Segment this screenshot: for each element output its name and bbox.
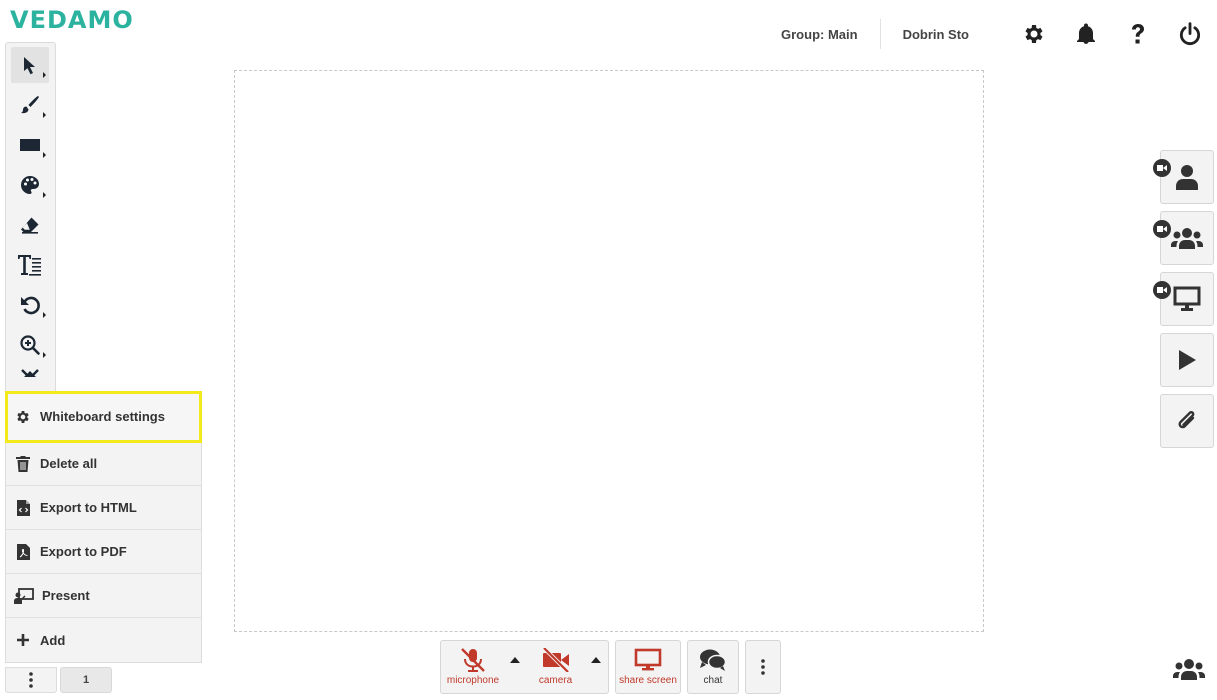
people-icon — [1173, 659, 1205, 680]
video-badge-icon — [1153, 220, 1171, 238]
text-icon — [18, 255, 41, 276]
delete-all-item[interactable]: Delete all — [6, 442, 201, 486]
divider — [879, 19, 881, 49]
more-media-button[interactable] — [745, 640, 781, 694]
rectangle-icon — [20, 139, 40, 151]
menu-item-label: Export to HTML — [40, 500, 137, 515]
group-label: Group: Main — [781, 26, 858, 42]
microphone-muted-icon — [461, 648, 485, 672]
color-tool[interactable] — [11, 167, 49, 203]
eraser-tool[interactable] — [11, 207, 49, 243]
menu-item-label: Delete all — [40, 456, 98, 471]
collapse-icon — [21, 369, 39, 377]
group-video-button[interactable] — [1153, 211, 1214, 265]
camera-button[interactable]: camera — [525, 641, 586, 693]
person-icon — [1176, 165, 1198, 190]
attachment-icon — [1178, 411, 1195, 429]
whiteboard-toolbar — [5, 42, 56, 394]
single-video-button[interactable] — [1153, 150, 1214, 204]
microphone-options-caret[interactable] — [505, 641, 525, 693]
pointer-tool[interactable] — [11, 47, 49, 83]
whiteboard-canvas[interactable] — [234, 70, 984, 632]
participants-button[interactable] — [1173, 658, 1205, 680]
vertical-dots-icon — [761, 659, 765, 675]
question-icon[interactable] — [1125, 21, 1151, 47]
power-icon[interactable] — [1177, 21, 1203, 47]
whiteboard-menu: Whiteboard settings Delete all Export to… — [5, 391, 202, 663]
palette-icon — [21, 176, 39, 194]
bell-icon[interactable] — [1073, 21, 1099, 47]
export-pdf-item[interactable]: Export to PDF — [6, 530, 201, 574]
media-controls: microphone camera share screen chat — [440, 640, 787, 694]
page-navigator: 1 — [5, 667, 112, 693]
export-html-item[interactable]: Export to HTML — [6, 486, 201, 530]
video-badge-icon — [1153, 281, 1171, 299]
pointer-icon — [24, 57, 35, 75]
eraser-icon — [21, 217, 39, 234]
share-screen-icon — [634, 648, 662, 671]
attachment-button[interactable] — [1160, 394, 1214, 448]
zoom-in-icon — [20, 335, 40, 355]
user-name[interactable]: Dobrin Sto — [903, 27, 969, 42]
vertical-dots-icon — [29, 672, 33, 688]
pdf-file-icon — [14, 543, 32, 561]
mic-camera-group: microphone camera — [440, 640, 609, 694]
zoom-tool[interactable] — [11, 327, 49, 363]
collapse-tool[interactable] — [11, 367, 49, 385]
share-screen-label: share screen — [619, 675, 677, 686]
chat-icon — [700, 649, 727, 671]
brush-icon — [21, 96, 39, 114]
add-item[interactable]: Add — [6, 618, 201, 662]
more-options-button[interactable] — [5, 667, 57, 693]
gear-icon — [14, 408, 32, 426]
play-icon — [1179, 350, 1196, 370]
plus-icon — [14, 631, 32, 649]
trash-icon — [14, 455, 32, 473]
gear-icon[interactable] — [1021, 21, 1047, 47]
chat-group: chat — [687, 640, 739, 694]
video-badge-icon — [1153, 159, 1171, 177]
monitor-icon — [1173, 286, 1201, 311]
top-bar: Group: Main Dobrin Sto — [781, 16, 1203, 52]
share-screen-button[interactable]: share screen — [616, 641, 680, 693]
side-panel — [1153, 150, 1214, 455]
camera-label: camera — [538, 675, 573, 686]
whiteboard-settings-item[interactable]: Whiteboard settings — [5, 391, 202, 443]
play-button[interactable] — [1160, 333, 1214, 387]
camera-off-icon — [542, 648, 569, 672]
present-item[interactable]: Present — [6, 574, 201, 618]
group-icon — [1171, 228, 1203, 249]
chat-label: chat — [703, 675, 723, 686]
menu-item-label: Export to PDF — [40, 544, 127, 559]
undo-tool[interactable] — [11, 287, 49, 323]
menu-item-label: Add — [40, 632, 66, 648]
vedamo-logo: VEDAMO — [10, 6, 134, 34]
brush-tool[interactable] — [11, 87, 49, 123]
present-icon — [14, 587, 34, 605]
text-tool[interactable] — [11, 247, 49, 283]
microphone-label: microphone — [446, 675, 500, 686]
microphone-button[interactable]: microphone — [441, 641, 505, 693]
undo-icon — [21, 296, 40, 315]
camera-options-caret[interactable] — [586, 641, 606, 693]
menu-item-label: Present — [42, 588, 90, 603]
page-tab[interactable]: 1 — [60, 667, 112, 693]
html-file-icon — [14, 499, 32, 517]
chat-button[interactable]: chat — [688, 641, 738, 693]
menu-item-label: Whiteboard settings — [40, 409, 165, 424]
screen-video-button[interactable] — [1153, 272, 1214, 326]
shape-tool[interactable] — [11, 127, 49, 163]
share-screen-group: share screen — [615, 640, 681, 694]
